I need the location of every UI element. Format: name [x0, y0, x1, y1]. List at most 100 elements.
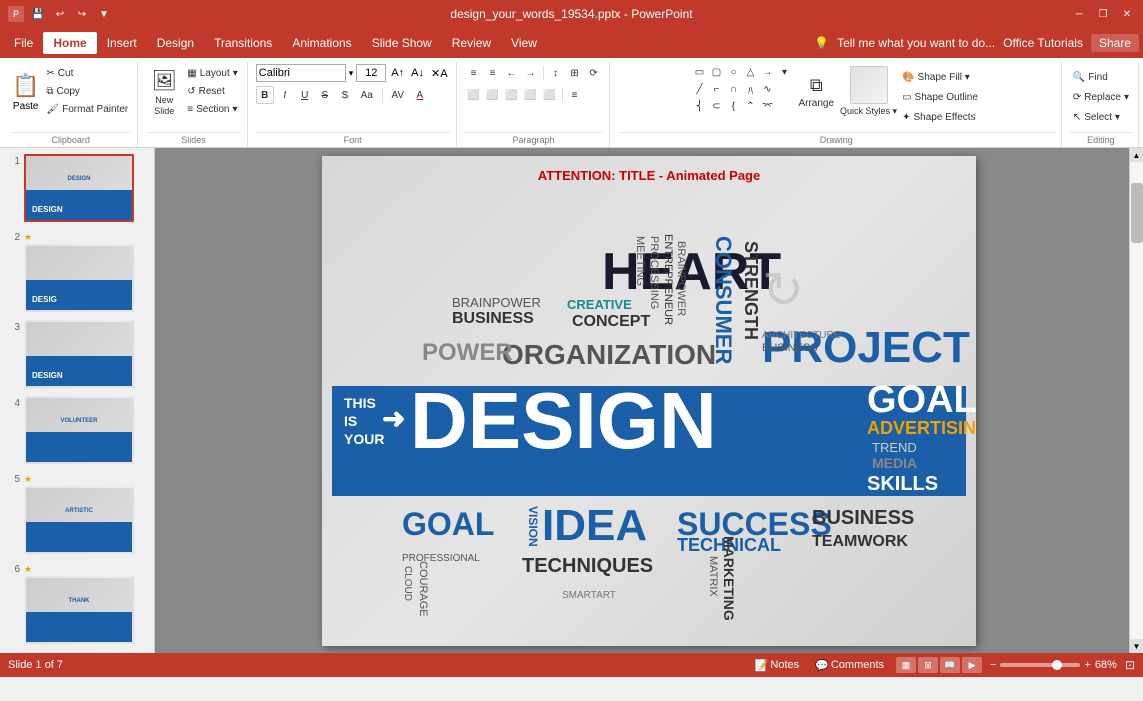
slide-thumb-2[interactable]: 2 ★ DESIG [4, 228, 150, 314]
menu-file[interactable]: File [4, 32, 43, 54]
font-name-input[interactable] [256, 64, 346, 82]
shape-effects-button[interactable]: ✦ Shape Effects [899, 108, 981, 126]
slide-img-2[interactable]: DESIG [24, 244, 134, 312]
shape-misc5[interactable]: ⌤ [759, 98, 775, 114]
shape-misc2[interactable]: ⊂ [708, 98, 724, 114]
scroll-vertical[interactable]: ▲ ▼ [1129, 148, 1143, 653]
char-spacing-button[interactable]: AV [387, 86, 409, 104]
shape-rounded-rect[interactable]: ▢ [708, 64, 724, 80]
align-text-button[interactable]: ⊞ [566, 64, 584, 82]
fit-to-window-button[interactable]: ⊡ [1125, 658, 1135, 672]
slide-thumb-5[interactable]: 5 ★ ARTISTIC [4, 470, 150, 556]
close-button[interactable]: ✕ [1119, 6, 1135, 22]
slide-img-5[interactable]: ARTISTIC [24, 486, 134, 554]
scroll-up-button[interactable]: ▲ [1130, 148, 1143, 162]
increase-indent-button[interactable]: → [522, 64, 540, 82]
shape-outline-button[interactable]: ▭ Shape Outline [899, 88, 981, 106]
customize-qat-button[interactable]: ▼ [96, 6, 112, 22]
menu-review[interactable]: Review [442, 32, 501, 54]
justify-button[interactable]: ⬜ [522, 86, 540, 104]
comments-button[interactable]: 💬 Comments [811, 659, 888, 672]
shape-arrow[interactable]: → [759, 64, 775, 80]
shape-oval[interactable]: ○ [725, 64, 741, 80]
tell-me-text[interactable]: Tell me what you want to do... [837, 36, 995, 50]
menu-insert[interactable]: Insert [97, 32, 147, 54]
cut-button[interactable]: ✂ Cut [43, 64, 131, 82]
slide-sorter-button[interactable]: ⊞ [918, 657, 938, 673]
slide-thumb-7[interactable]: 7 [4, 650, 150, 653]
canvas-area[interactable]: ATTENTION: TITLE - Animated Page HEART C… [155, 148, 1143, 653]
align-left-button[interactable]: ⬜ [465, 86, 483, 104]
slide-img-4[interactable]: VOLUNTEER [24, 396, 134, 464]
bullets-button[interactable]: ≡ [465, 64, 483, 82]
undo-button[interactable]: ↩ [52, 6, 68, 22]
shape-elbow[interactable]: ⌐ [708, 81, 724, 97]
quick-style-1[interactable] [850, 66, 888, 104]
restore-button[interactable]: ❐ [1095, 6, 1111, 22]
arrange-button[interactable]: ⧉ Arrange [794, 64, 838, 120]
font-name-chevron[interactable]: ▾ [349, 68, 354, 79]
slide-thumb-6[interactable]: 6 ★ THANK [4, 560, 150, 646]
columns-button[interactable]: ⬜ [541, 86, 559, 104]
text-direction-button[interactable]: ↕ [547, 64, 565, 82]
scroll-track-v[interactable] [1130, 162, 1143, 639]
menu-transitions[interactable]: Transitions [204, 32, 282, 54]
slide-canvas[interactable]: ATTENTION: TITLE - Animated Page HEART C… [322, 156, 976, 646]
shape-scribble[interactable]: ∿ [759, 81, 775, 97]
menu-slideshow[interactable]: Slide Show [362, 32, 442, 54]
shape-line[interactable]: ╱ [691, 81, 707, 97]
strikethrough-button[interactable]: S [316, 86, 334, 104]
reset-button[interactable]: ↺ Reset [184, 82, 241, 100]
zoom-out-button[interactable]: − [990, 659, 996, 671]
numbering-button[interactable]: ≡ [484, 64, 502, 82]
slideshow-view-button[interactable]: ▶ [962, 657, 982, 673]
shape-more[interactable]: ▾ [776, 64, 792, 80]
shape-misc3[interactable]: { [725, 98, 741, 114]
zoom-in-button[interactable]: + [1084, 659, 1090, 671]
decrease-indent-button[interactable]: ← [503, 64, 521, 82]
redo-button[interactable]: ↪ [74, 6, 90, 22]
replace-button[interactable]: ⟳ Replace ▾ [1070, 88, 1132, 106]
font-size-down-button[interactable]: A↓ [409, 67, 426, 79]
minimize-button[interactable]: ─ [1071, 6, 1087, 22]
bold-button[interactable]: B [256, 86, 274, 104]
shape-misc1[interactable]: ⎨ [691, 98, 707, 114]
underline-button[interactable]: U [296, 86, 314, 104]
normal-view-button[interactable]: ▦ [896, 657, 916, 673]
font-color-button[interactable]: A [411, 86, 429, 104]
section-button[interactable]: ≡ Section ▾ [184, 100, 241, 118]
menu-animations[interactable]: Animations [282, 32, 361, 54]
shape-freeform[interactable]: ﾊ [742, 81, 758, 97]
menu-design[interactable]: Design [147, 32, 204, 54]
case-button[interactable]: Aa [356, 86, 378, 104]
shadow-button[interactable]: S [336, 86, 354, 104]
italic-button[interactable]: I [276, 86, 294, 104]
slide-thumb-4[interactable]: 4 VOLUNTEER [4, 394, 150, 466]
shape-curve[interactable]: ∩ [725, 81, 741, 97]
copy-button[interactable]: ⧉ Copy [43, 82, 131, 100]
shape-misc4[interactable]: ⌃ [742, 98, 758, 114]
slide-img-3[interactable]: DESIGN [24, 320, 134, 388]
slide-img-6[interactable]: THANK [24, 576, 134, 644]
shape-triangle[interactable]: △ [742, 64, 758, 80]
shape-rectangle[interactable]: ▭ [691, 64, 707, 80]
format-painter-button[interactable]: 🖌 Format Painter [43, 100, 131, 118]
font-size-up-button[interactable]: A↑ [389, 67, 406, 79]
find-button[interactable]: 🔍 Find [1070, 68, 1111, 86]
font-size-input[interactable] [356, 64, 386, 82]
save-button[interactable]: 💾 [30, 6, 46, 22]
slide-img-7[interactable] [24, 652, 134, 653]
line-spacing-button[interactable]: ≡ [566, 86, 584, 104]
select-button[interactable]: ↖ Select ▾ [1070, 108, 1123, 126]
menu-view[interactable]: View [501, 32, 547, 54]
slide-thumb-1[interactable]: 1 DESIGN DESIGN [4, 152, 150, 224]
scroll-down-button[interactable]: ▼ [1130, 639, 1143, 653]
slide-img-1[interactable]: DESIGN DESIGN [24, 154, 134, 222]
new-slide-button[interactable]: 🖼 NewSlide [146, 64, 182, 120]
office-tutorials-link[interactable]: Office Tutorials [1003, 36, 1083, 50]
menu-home[interactable]: Home [43, 32, 96, 54]
layout-button[interactable]: ▦ Layout ▾ [184, 64, 241, 82]
shape-fill-button[interactable]: 🎨 Shape Fill ▾ [899, 68, 981, 86]
share-button[interactable]: Share [1091, 34, 1139, 52]
notes-button[interactable]: 📝 Notes [751, 659, 803, 672]
